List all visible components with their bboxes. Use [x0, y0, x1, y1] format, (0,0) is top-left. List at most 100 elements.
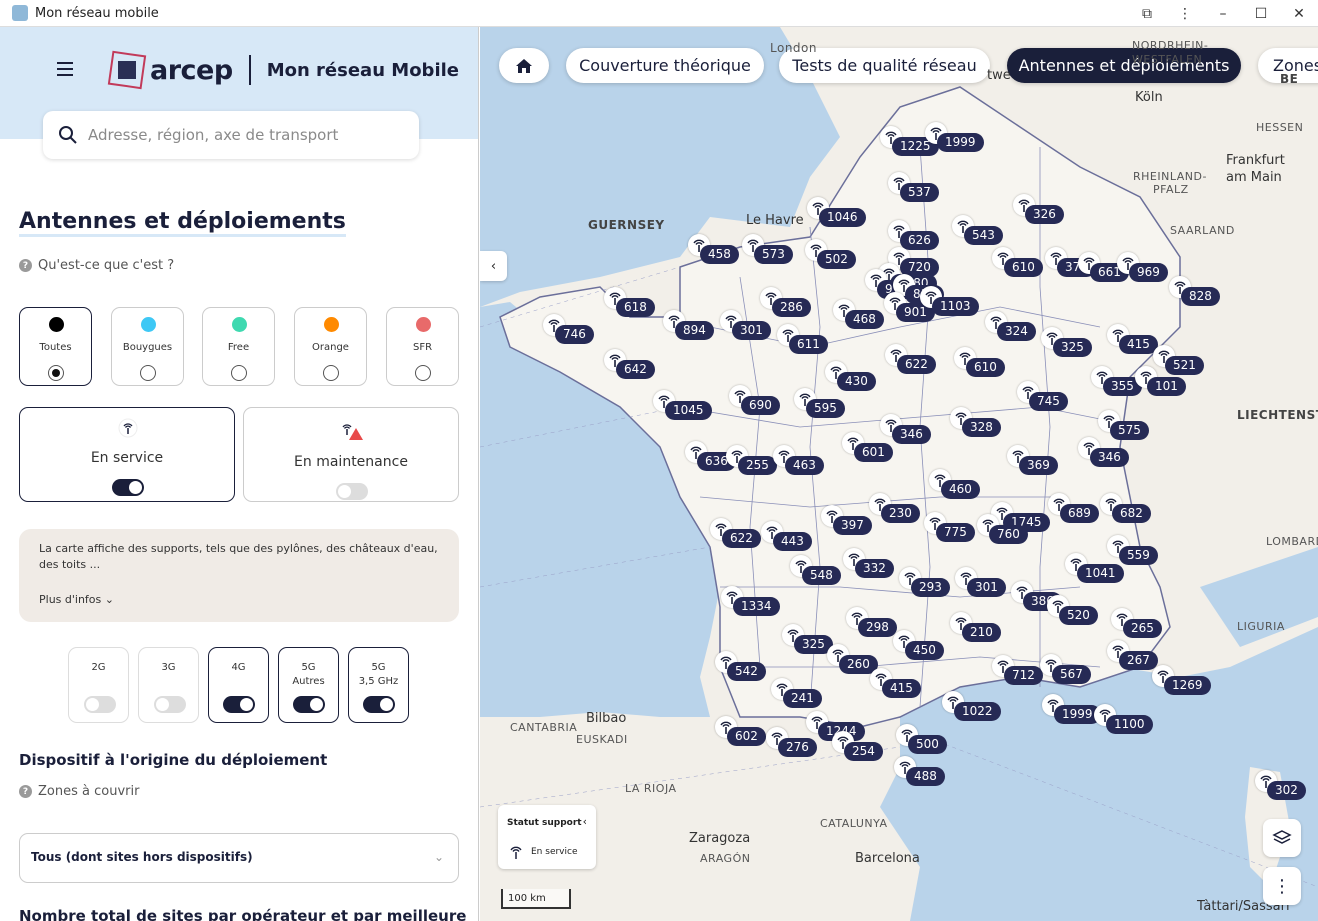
tab-antennes-deploiements[interactable]: Antennes et déploiements: [1007, 48, 1241, 83]
map-label: Barcelona: [855, 851, 920, 866]
cluster-count: 302: [1267, 781, 1306, 800]
cluster-count: 326: [1025, 205, 1064, 224]
tech-5g-3-5ghz[interactable]: 5G 3,5 GHz: [348, 647, 409, 723]
tech-5g-3-5ghz-toggle[interactable]: [363, 696, 395, 713]
map-label: GUERNSEY: [588, 218, 665, 232]
map-label: twe: [987, 68, 1011, 83]
cluster-count: 298: [858, 618, 897, 637]
tech-5g-autres-toggle[interactable]: [293, 696, 325, 713]
help-link[interactable]: ? Qu'est-ce que c'est ?: [19, 258, 174, 273]
cluster-count: 450: [905, 641, 944, 660]
cluster-count: 575: [1110, 421, 1149, 440]
antenna-warning-icon: [342, 424, 363, 440]
map-label: am Main: [1226, 170, 1282, 185]
chevron-down-icon: ⌄: [433, 850, 444, 864]
cluster-count: 301: [732, 321, 771, 340]
radio-icon: [48, 365, 64, 381]
cluster-count: 601: [854, 443, 893, 462]
operator-orange[interactable]: Orange: [294, 307, 367, 386]
cluster-count: 324: [997, 322, 1036, 341]
cluster-count: 346: [1090, 448, 1129, 467]
operator-sfr[interactable]: SFR: [386, 307, 459, 386]
more-info-link[interactable]: Plus d'infos ⌄: [39, 593, 114, 606]
map-legend: Statut support ‹ En service: [498, 805, 596, 869]
cluster-count: 1100: [1106, 715, 1153, 734]
map-label: BE: [1280, 72, 1299, 86]
search-icon: [59, 126, 77, 144]
map-label: NORDRHEIN-: [1132, 39, 1209, 52]
logo-mark-icon: [107, 50, 147, 90]
device-select[interactable]: Tous (dont sites hors dispositifs) ⌄: [19, 833, 459, 883]
cluster-count: 520: [1059, 606, 1098, 625]
close-button[interactable]: ✕: [1280, 0, 1318, 27]
cluster-count: 602: [727, 727, 766, 746]
cluster-count: 255: [738, 456, 777, 475]
cluster-count: 328: [962, 418, 1001, 437]
arcep-logo[interactable]: arcep Mon réseau Mobile: [107, 50, 459, 90]
map-label: Frankfurt: [1226, 153, 1285, 168]
cluster-count: 626: [900, 231, 939, 250]
sidebar: arcep Mon réseau Mobile Adresse, région,…: [0, 27, 479, 921]
cluster-count: 500: [908, 735, 947, 754]
operator-free[interactable]: Free: [202, 307, 275, 386]
map[interactable]: ‹ Couverture théorique Tests de qualité …: [480, 27, 1318, 921]
logo-text: arcep: [150, 54, 233, 86]
cluster-count: 760: [989, 525, 1028, 544]
cluster-count: 325: [1053, 338, 1092, 357]
home-icon: [516, 58, 532, 73]
tech-2g[interactable]: 2G: [68, 647, 129, 723]
status-maintenance[interactable]: En maintenance: [243, 407, 459, 502]
tech-5g-autres[interactable]: 5G Autres: [278, 647, 339, 723]
cluster-count: 265: [1123, 619, 1162, 638]
cluster-count: 690: [741, 396, 780, 415]
map-label: EUSKADI: [576, 733, 628, 746]
map-label: ARAGÓN: [700, 852, 751, 865]
map-label: LIECHTENSTEIN: [1237, 408, 1318, 422]
cluster-count: 415: [1119, 335, 1158, 354]
tech-4g[interactable]: 4G: [208, 647, 269, 723]
map-label: RHEINLAND-: [1133, 170, 1207, 183]
cluster-count: 230: [881, 504, 920, 523]
cluster-count: 611: [789, 335, 828, 354]
cluster-count: 415: [882, 679, 921, 698]
tech-3g-toggle[interactable]: [154, 696, 186, 713]
app-icon: [12, 5, 28, 21]
cluster-count: 745: [1029, 392, 1068, 411]
operator-bouygues[interactable]: Bouygues: [111, 307, 184, 386]
status-in-service[interactable]: En service: [19, 407, 235, 502]
map-label: Köln: [1135, 90, 1163, 105]
antenna-icon: [118, 418, 138, 438]
cluster-count: 443: [773, 532, 812, 551]
sites-count-title: Nombre total de sites par opérateur et p…: [19, 907, 467, 921]
extensions-icon[interactable]: ⧉: [1128, 0, 1166, 27]
in-service-toggle[interactable]: [112, 479, 144, 496]
menu-icon[interactable]: [57, 62, 73, 76]
minimize-button[interactable]: –: [1204, 0, 1242, 27]
cluster-count: 369: [1019, 456, 1058, 475]
radio-icon: [323, 365, 339, 381]
layers-button[interactable]: [1263, 819, 1301, 857]
home-button[interactable]: [499, 48, 549, 83]
tab-couverture-theorique[interactable]: Couverture théorique: [566, 48, 764, 83]
cluster-count: 468: [845, 310, 884, 329]
operator-toutes[interactable]: Toutes: [19, 307, 92, 386]
map-more-button[interactable]: ⋮: [1263, 867, 1301, 905]
tech-3g[interactable]: 3G: [138, 647, 199, 723]
layers-icon: [1272, 830, 1292, 844]
cluster-count: 712: [1004, 666, 1043, 685]
cluster-count: 1999: [937, 133, 984, 152]
tech-4g-toggle[interactable]: [223, 696, 255, 713]
info-box: La carte affiche des supports, tels que …: [19, 529, 459, 622]
tech-2g-toggle[interactable]: [84, 696, 116, 713]
collapse-sidebar-button[interactable]: ‹: [480, 251, 507, 281]
cluster-count: 610: [1004, 258, 1043, 277]
zones-help-link[interactable]: ? Zones à couvrir: [19, 784, 139, 799]
radio-icon: [231, 365, 247, 381]
search-input[interactable]: Adresse, région, axe de transport: [43, 111, 419, 159]
maximize-button[interactable]: ☐: [1242, 0, 1280, 27]
cluster-count: 573: [754, 245, 793, 264]
cluster-count: 610: [966, 358, 1005, 377]
more-options-icon[interactable]: ⋮: [1166, 0, 1204, 27]
chevron-left-icon[interactable]: ‹: [583, 815, 587, 828]
maintenance-toggle[interactable]: [336, 483, 368, 500]
